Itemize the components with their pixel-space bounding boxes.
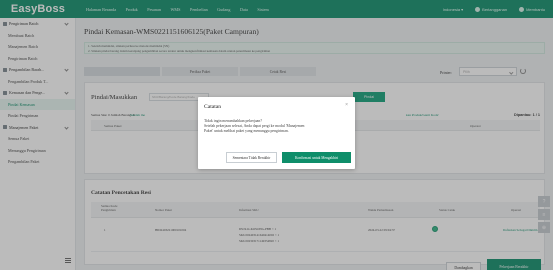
- dialog-confirm-button[interactable]: Konfirmasi untuk Mengakhiri: [282, 152, 351, 163]
- dialog-title: Catatan: [204, 104, 222, 110]
- dialog-body: Tidak ingin menambahkan pekerjaan? Setel…: [204, 119, 350, 135]
- dialog-text-line: Paket' untuk melihat paket yang menunggu…: [204, 129, 289, 134]
- close-icon[interactable]: ×: [345, 102, 348, 108]
- dialog-cancel-button[interactable]: Sementara Tidak Berakhir: [226, 152, 277, 163]
- confirm-dialog: Catatan × Tidak ingin menambahkan pekerj…: [198, 97, 355, 169]
